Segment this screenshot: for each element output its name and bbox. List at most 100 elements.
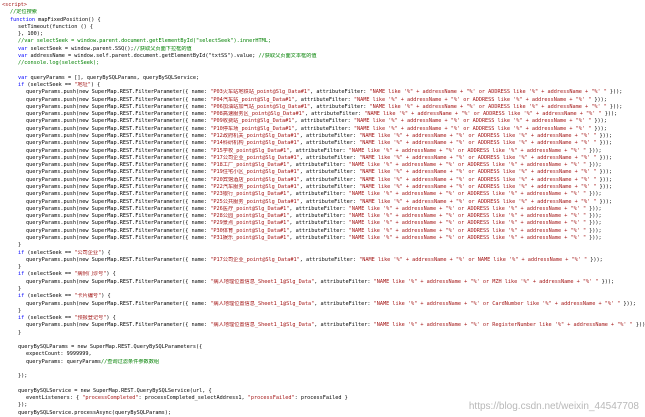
code-token: queryParams.push(new SuperMap.REST.Filte… [26,162,211,169]
code-token: , attributeFilter: [299,198,360,205]
code-line[interactable]: } [0,264,645,271]
code-line[interactable]: queryBySQLService = new SuperMap.REST.Qu… [0,388,645,395]
code-token: "NAME like '%" + addressName + "%' or AD… [359,176,597,183]
code-line[interactable]: queryParams.push(new SuperMap.REST.Filte… [0,118,645,125]
code-line[interactable]: if (selectSeek == "公司企业") { [0,250,645,257]
code-token: queryParams.push(new SuperMap.REST.Filte… [26,184,211,191]
code-token: "NAME like '%" + addressName + "%' or AD… [348,227,587,234]
code-token: "地址" [74,82,91,89]
code-token: , attributeFilter: [304,111,365,118]
code-token: } [18,264,22,271]
code-line[interactable]: queryParams.push(new SuperMap.REST.Filte… [0,235,645,242]
code-line[interactable]: queryParams.push(new SuperMap.REST.Filte… [0,97,645,104]
code-line[interactable]: queryParams.push(new SuperMap.REST.Filte… [0,191,645,198]
code-line[interactable]: } [0,330,645,337]
code-token: ) { [101,249,111,256]
code-line[interactable]: queryParams.push(new SuperMap.REST.Filte… [0,206,645,213]
code-token: "P23银行_point@Slg_Data#1" [210,191,290,198]
code-line[interactable]: queryParams.push(new SuperMap.REST.Filte… [0,279,645,286]
code-line[interactable]: if (selectSeek == "预报登记号") { [0,315,645,322]
code-token: expectCount: 9999999, [26,351,92,358]
code-token: , attributeFilter: [299,140,360,147]
code-line[interactable]: var queryParams = [], queryBySQLParams, … [0,75,645,82]
code-line[interactable]: queryParams.push(new SuperMap.REST.Filte… [0,257,645,264]
code-token: })); [601,111,618,118]
code-line[interactable]: queryParams.push(new SuperMap.REST.Filte… [0,169,645,176]
code-token: , attributeFilter: [289,234,349,241]
code-token: , attributeFilter: [314,322,374,329]
code-line[interactable]: queryParams.push(new SuperMap.REST.Filte… [0,126,645,133]
code-token: })); [586,205,602,212]
code-token: , attributeFilter: [294,118,354,125]
code-editor[interactable]: <script>//定位搜索 function mapFixedPosition(… [0,0,645,416]
code-line[interactable]: queryBySQLParams = new SuperMap.REST.Que… [0,344,645,351]
code-token: , attributeFilter: [310,103,370,110]
code-line[interactable] [0,68,645,75]
code-token: "P10停车场_point@Slg_Data#1" [210,125,295,132]
code-line[interactable]: //var selectSeek = window.parent.documen… [0,38,645,45]
code-line[interactable]: var selectSeek = window.parent.SSQ();//获… [0,46,645,53]
code-line[interactable]: function mapFixedPosition() { [0,17,645,24]
code-token: ) { [90,82,101,89]
code-line[interactable]: queryParams.push(new SuperMap.REST.Filte… [0,162,645,169]
code-token: //获取父页面下拉框的值 [133,45,192,52]
code-token: if [18,249,28,256]
code-token: , attributeFilter: [299,133,360,140]
code-token: })); [620,300,636,307]
code-token: "病例门诊号" [74,271,107,278]
code-token: //var selectSeek = window.parent.documen… [18,38,271,45]
code-line[interactable]: queryParams.push(new SuperMap.REST.Filte… [0,148,645,155]
code-token: (selectSeek == [27,249,75,256]
code-token: })); [596,133,613,140]
code-token: eventListeners: { [26,395,83,402]
code-line[interactable]: if (selectSeek == "卡片编号") { [0,293,645,300]
code-line[interactable]: <script> [0,2,645,9]
code-line[interactable]: queryParams.push(new SuperMap.REST.Filte… [0,140,645,147]
code-line[interactable]: queryParams.push(new SuperMap.REST.Filte… [0,111,645,118]
code-token: "P17公司企业_point@Slg_Data#1" [210,154,300,161]
code-line[interactable]: } [0,242,645,249]
code-line[interactable]: queryParams.push(new SuperMap.REST.Filte… [0,322,645,329]
code-line[interactable]: queryParams.push(new SuperMap.REST.Filte… [0,184,645,191]
code-line[interactable]: //定位搜索 [0,9,645,16]
code-line[interactable]: var addressName = window.self.parent.doc… [0,53,645,60]
code-token: })); [596,154,613,161]
code-token: })); [586,191,602,198]
code-token: , attributeFilter: [289,162,349,169]
code-line[interactable]: queryParams.push(new SuperMap.REST.Filte… [0,301,645,308]
code-line[interactable]: }); [0,373,645,380]
code-line[interactable]: queryParams.push(new SuperMap.REST.Filte… [0,177,645,184]
code-token: "公司企业" [74,249,102,256]
code-line[interactable]: queryParams.push(new SuperMap.REST.Filte… [0,155,645,162]
code-token: "NAME like '%" + addressName + "%' or AD… [359,169,597,176]
code-line[interactable]: setTimeout(function () { [0,24,645,31]
code-token: "P18工厂_point@Slg_Data#1" [210,162,290,169]
code-token: queryParams.push(new SuperMap.REST.Filte… [26,234,211,241]
code-line[interactable]: queryParams: queryParams//查询过滤条件参数数组 [0,359,645,366]
code-token: , attributeFilter: [314,300,374,307]
code-line[interactable]: queryParams.push(new SuperMap.REST.Filte… [0,213,645,220]
code-token: , attributeFilter: [310,89,370,96]
code-line[interactable]: queryParams.push(new SuperMap.REST.Filte… [0,199,645,206]
code-line[interactable]: if (selectSeek == "病例门诊号") { [0,271,645,278]
code-line[interactable]: queryParams.push(new SuperMap.REST.Filte… [0,228,645,235]
code-token: }); [18,373,28,380]
code-line[interactable] [0,366,645,373]
code-line[interactable] [0,337,645,344]
code-line[interactable]: if (selectSeek == "地址") { [0,82,645,89]
code-token: queryParams.push(new SuperMap.REST.Filte… [26,125,211,132]
code-line[interactable]: queryParams.push(new SuperMap.REST.Filte… [0,133,645,140]
code-token: : processCompleted_selectAddress1, [138,395,248,402]
code-line[interactable]: expectCount: 9999999, [0,351,645,358]
code-line[interactable]: } [0,286,645,293]
code-token: })); [635,322,645,329]
code-line[interactable]: queryParams.push(new SuperMap.REST.Filte… [0,89,645,96]
code-token: })); [586,213,602,220]
code-line[interactable]: queryParams.push(new SuperMap.REST.Filte… [0,104,645,111]
code-token: } [18,242,22,249]
code-line[interactable]: }, 100); [0,31,645,38]
code-line[interactable]: } [0,308,645,315]
code-line[interactable]: queryParams.push(new SuperMap.REST.Filte… [0,220,645,227]
code-line[interactable]: //console.log(selectSeek); [0,60,645,67]
code-line[interactable] [0,381,645,388]
